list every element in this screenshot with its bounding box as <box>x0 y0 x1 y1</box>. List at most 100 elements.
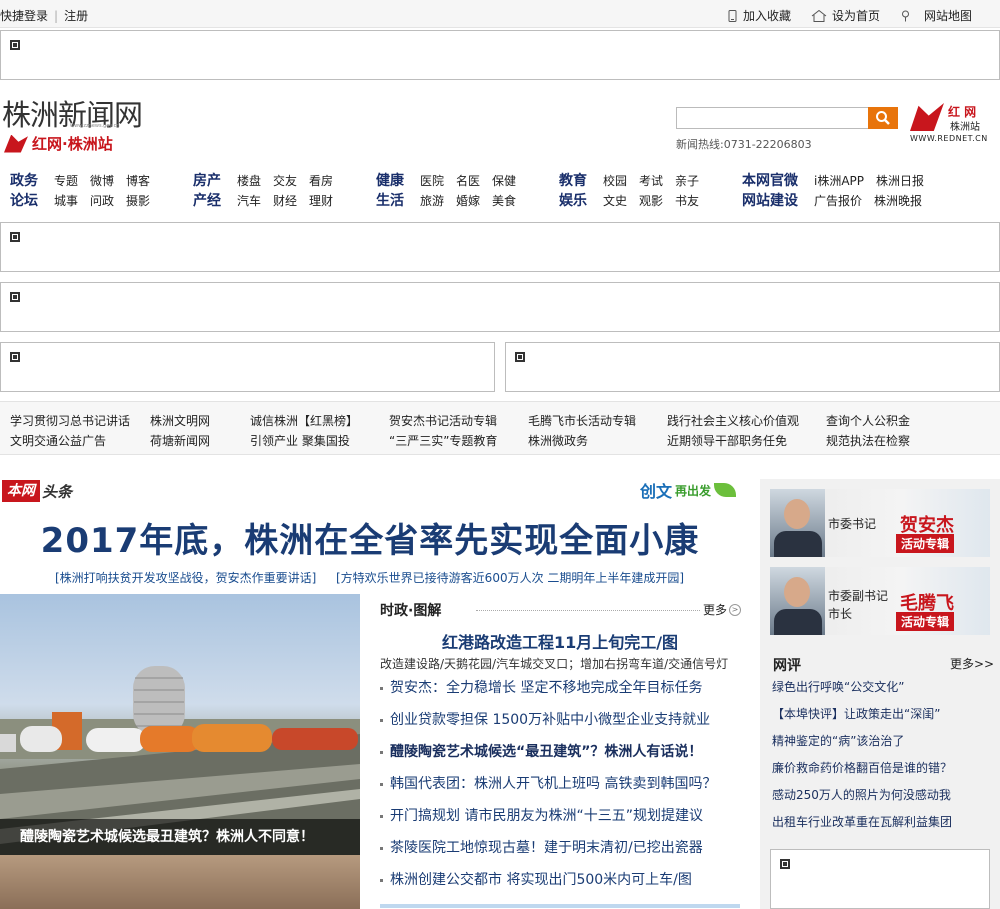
topic-link[interactable]: 践行社会主义核心价值观 <box>667 412 799 429</box>
nav-link[interactable]: 城事 <box>54 192 78 209</box>
nav-link[interactable]: 看房 <box>309 172 333 189</box>
nav-head[interactable]: 本网官微 <box>742 170 798 190</box>
nav-link[interactable]: 摄影 <box>126 192 150 209</box>
nav-row: 本网官微 i株洲APP 株洲日报 <box>742 170 924 190</box>
topic-link[interactable]: 毛腾飞市长活动专辑 <box>528 412 636 429</box>
ad-box-right[interactable] <box>770 849 990 909</box>
topic-link[interactable]: 查询个人公积金 <box>826 412 910 429</box>
topic-link[interactable]: 诚信株洲【红黑榜】 <box>250 412 358 429</box>
nav-link[interactable]: 广告报价 <box>814 192 862 209</box>
list-item[interactable]: 绿色出行呼唤“公交文化” <box>772 678 952 705</box>
nav-link[interactable]: 观影 <box>639 192 663 209</box>
nav-link[interactable]: 旅游 <box>420 192 444 209</box>
nav-link[interactable]: 医院 <box>420 172 444 189</box>
chuangwen-sub: 再出发 <box>675 483 712 498</box>
top-headline[interactable]: 2017年底，株洲在全省率先实现全面小康 <box>0 513 740 562</box>
nav-group-3: 健康 医院 名医 保健 生活 旅游 婚嫁 美食 <box>376 170 516 214</box>
list-item[interactable]: 贺安杰：全力稳增长 坚定不移地完成全年目标任务 <box>380 678 716 710</box>
news-lead-title[interactable]: 红港路改造工程11月上旬完工/图 <box>380 629 740 653</box>
nav-link[interactable]: 博客 <box>126 172 150 189</box>
banner-secretary[interactable]: 市委书记 贺安杰 活动专辑 <box>770 489 990 557</box>
subhead-link-left[interactable]: [株洲打响扶贫开发攻坚战役，贺安杰作重要讲话] <box>55 569 316 586</box>
nav-link[interactable]: 名医 <box>456 172 480 189</box>
nav-head[interactable]: 论坛 <box>10 190 38 210</box>
commentary-more-link[interactable]: 更多>> <box>950 655 994 672</box>
topic-link[interactable]: 引领产业 聚集国投 <box>250 432 350 449</box>
nav-head[interactable]: 生活 <box>376 190 404 210</box>
sitemap-link[interactable]: 网站地图 <box>900 7 972 24</box>
nav-head[interactable]: 娱乐 <box>559 190 587 210</box>
list-item[interactable]: 出租车行业改革重在瓦解利益集团 <box>772 813 952 840</box>
list-item[interactable]: 【本埠快评】让政策走出“深闺” <box>772 705 952 732</box>
ad-banner-mid-2[interactable] <box>0 282 1000 332</box>
list-item[interactable]: 感动250万人的照片为何没感动我 <box>772 786 952 813</box>
list-item[interactable]: 廉价救命药价格翻百倍是谁的错？ <box>772 759 952 786</box>
topic-link[interactable]: 株洲文明网 <box>150 412 210 429</box>
add-favorite-link[interactable]: 加入收藏 <box>727 7 791 24</box>
topic-link[interactable]: 荷塘新闻网 <box>150 432 210 449</box>
news-section-title: 时政·图解 <box>380 603 442 619</box>
list-item[interactable]: 茶陵医院工地惊现古墓！建于明末清初/已挖出瓷器 <box>380 838 716 870</box>
nav-link[interactable]: 保健 <box>492 172 516 189</box>
nav-link[interactable]: 专题 <box>54 172 78 189</box>
nav-head[interactable]: 政务 <box>10 170 38 190</box>
nav-link[interactable]: 交友 <box>273 172 297 189</box>
nav-link[interactable]: 考试 <box>639 172 663 189</box>
topic-link[interactable]: 学习贯彻习总书记讲话 <box>10 412 130 429</box>
ad-banner-top[interactable] <box>0 30 1000 80</box>
site-logo-sub[interactable]: 红网·株洲站 <box>4 133 113 154</box>
set-homepage-link[interactable]: 设为首页 <box>811 7 880 24</box>
list-item[interactable]: 创业贷款零担保 1500万补贴中小微型企业支持就业 <box>380 710 716 742</box>
chuangwen-banner[interactable]: 创文 再出发 <box>640 478 737 502</box>
list-item[interactable]: 开门搞规划 请市民朋友为株洲“十三五”规划提建议 <box>380 806 716 838</box>
subhead-link-right[interactable]: [方特欢乐世界已接待游客近600万人次 二期明年上半年建成开园] <box>336 569 684 586</box>
nav-link[interactable]: 婚嫁 <box>456 192 480 209</box>
nav-link[interactable]: 校园 <box>603 172 627 189</box>
nav-head[interactable]: 健康 <box>376 170 404 190</box>
quick-login-link[interactable]: 快捷登录 <box>0 9 48 23</box>
search-button[interactable] <box>868 107 898 129</box>
register-link[interactable]: 注册 <box>64 9 88 23</box>
photo-caption[interactable]: 醴陵陶瓷艺术城候选最丑建筑？株洲人不同意！ <box>0 819 360 855</box>
rednet-logo[interactable]: 红 网 株洲站 WWW.REDNET.CN <box>910 103 990 151</box>
nav-link[interactable]: 株洲日报 <box>876 172 924 189</box>
list-item[interactable]: 醴陵陶瓷艺术城候选“最丑建筑”？株洲人有话说！ <box>380 742 716 774</box>
nav-link[interactable]: 汽车 <box>237 192 261 209</box>
topic-link[interactable]: 株洲微政务 <box>528 432 588 449</box>
nav-link[interactable]: 亲子 <box>675 172 699 189</box>
nav-link[interactable]: 楼盘 <box>237 172 261 189</box>
nav-link[interactable]: 株洲晚报 <box>874 192 922 209</box>
ad-banner-half-right[interactable] <box>505 342 1000 392</box>
ad-banner-half-left[interactable] <box>0 342 495 392</box>
list-item[interactable]: 精神鉴定的“病”该治治了 <box>772 732 952 759</box>
topic-link[interactable]: 贺安杰书记活动专辑 <box>389 412 497 429</box>
search-input[interactable] <box>676 107 869 129</box>
nav-link[interactable]: 微博 <box>90 172 114 189</box>
nav-link[interactable]: 书友 <box>675 192 699 209</box>
divider <box>476 610 700 611</box>
nav-link[interactable]: 问政 <box>90 192 114 209</box>
nav-row: 生活 旅游 婚嫁 美食 <box>376 190 516 210</box>
commentary-title: 网评 <box>773 658 801 674</box>
nav-link[interactable]: i株洲APP <box>814 172 864 189</box>
topic-link[interactable]: “三严三实”专题教育 <box>389 432 497 449</box>
divider <box>380 904 740 908</box>
divider: | <box>54 9 59 23</box>
list-item[interactable]: 株洲创建公交都市 将实现出门500米内可上车/图 <box>380 870 716 902</box>
headline-tag-black: 头条 <box>42 482 73 501</box>
news-more-link[interactable]: 更多 > <box>703 601 742 618</box>
nav-link[interactable]: 财经 <box>273 192 297 209</box>
nav-head[interactable]: 网站建设 <box>742 190 798 210</box>
nav-head[interactable]: 产经 <box>193 190 221 210</box>
topic-link[interactable]: 近期领导干部职务任免 <box>667 432 787 449</box>
ad-banner-mid-1[interactable] <box>0 222 1000 272</box>
banner-mayor[interactable]: 市委副书记 市长 毛腾飞 活动专辑 <box>770 567 990 635</box>
nav-link[interactable]: 理财 <box>309 192 333 209</box>
nav-link[interactable]: 文史 <box>603 192 627 209</box>
topic-link[interactable]: 文明交通公益广告 <box>10 432 106 449</box>
nav-head[interactable]: 房产 <box>193 170 221 190</box>
nav-link[interactable]: 美食 <box>492 192 516 209</box>
topic-link[interactable]: 规范执法在检察 <box>826 432 910 449</box>
list-item[interactable]: 韩国代表团：株洲人开飞机上班吗 高铁卖到韩国吗？ <box>380 774 716 806</box>
nav-head[interactable]: 教育 <box>559 170 587 190</box>
